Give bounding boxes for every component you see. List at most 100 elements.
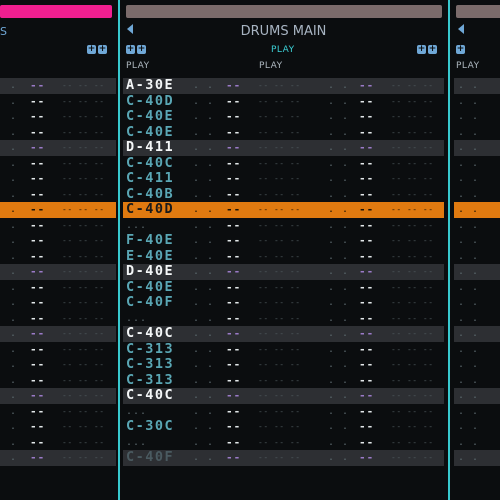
volume-cell[interactable]: -- xyxy=(226,156,241,172)
note-cell[interactable]: C-313 xyxy=(126,341,174,358)
effect-cell[interactable]: -- -- -- xyxy=(391,249,434,265)
volume-cell[interactable]: -- xyxy=(30,233,45,249)
volume-cell[interactable]: -- xyxy=(226,295,241,311)
effect-cell[interactable]: -- -- -- xyxy=(62,326,105,342)
instrument-cell[interactable]: . . xyxy=(193,435,214,451)
pattern-row[interactable]: . . xyxy=(454,404,500,420)
track-color-bar[interactable] xyxy=(456,5,500,18)
pattern-row[interactable]: . . xyxy=(454,295,500,311)
pattern-row[interactable]: . . xyxy=(454,156,500,172)
effect-cell[interactable]: -- -- -- xyxy=(62,419,105,435)
empty-note-cell[interactable]: . . xyxy=(0,357,17,373)
effect-cell[interactable]: -- -- -- xyxy=(62,450,105,466)
pattern-row[interactable]: . . -- -- -- -- xyxy=(0,357,116,373)
volume-cell[interactable]: -- xyxy=(226,373,241,389)
effect-cell[interactable]: -- -- -- xyxy=(62,357,105,373)
pattern-row[interactable]: . . -- -- -- -- xyxy=(0,311,116,327)
instrument-cell[interactable]: . . xyxy=(328,125,349,141)
effect-cell[interactable]: -- -- -- xyxy=(258,264,301,280)
volume-cell[interactable]: -- xyxy=(359,187,374,203)
instrument-cell[interactable]: . . xyxy=(193,280,214,296)
volume-cell[interactable]: -- xyxy=(30,187,45,203)
effect-cell[interactable]: -- -- -- xyxy=(258,233,301,249)
effect-cell[interactable]: -- -- -- xyxy=(391,388,434,404)
instrument-cell[interactable]: . . xyxy=(193,156,214,172)
empty-note-cell[interactable]: . . xyxy=(458,187,479,203)
pattern-row[interactable]: . . xyxy=(454,78,500,94)
volume-cell[interactable]: -- xyxy=(30,419,45,435)
effect-cell[interactable]: -- -- -- xyxy=(391,202,434,218)
note-cell[interactable]: D-40E xyxy=(126,263,174,280)
volume-cell[interactable]: -- xyxy=(226,450,241,466)
empty-note-cell[interactable]: . . xyxy=(458,357,479,373)
pattern-row[interactable]: D-411 . . -- -- -- -- . . -- -- -- -- xyxy=(123,139,444,156)
pattern-row[interactable]: . . xyxy=(454,109,500,125)
instrument-cell[interactable]: . . xyxy=(193,171,214,187)
effect-cell[interactable]: -- -- -- xyxy=(62,156,105,172)
empty-note-cell[interactable]: . . xyxy=(0,125,17,141)
volume-cell[interactable]: -- xyxy=(359,171,374,187)
volume-cell[interactable]: -- xyxy=(359,373,374,389)
pattern-row[interactable]: . . -- -- -- -- xyxy=(0,373,116,389)
empty-note-cell[interactable]: . . xyxy=(0,249,17,265)
effect-cell[interactable]: -- -- -- xyxy=(391,156,434,172)
effect-cell[interactable]: -- -- -- xyxy=(62,388,105,404)
pattern-row[interactable]: . . xyxy=(454,171,500,187)
effect-cell[interactable]: -- -- -- xyxy=(391,280,434,296)
volume-cell[interactable]: -- xyxy=(359,357,374,373)
empty-note-cell[interactable]: . . xyxy=(458,249,479,265)
note-cell[interactable]: C-313 xyxy=(126,372,174,389)
volume-cell[interactable]: -- xyxy=(359,156,374,172)
instrument-cell[interactable]: . . xyxy=(328,187,349,203)
effect-cell[interactable]: -- -- -- xyxy=(258,450,301,466)
pattern-row[interactable]: . . xyxy=(454,187,500,203)
pattern-row[interactable]: A-30E . . -- -- -- -- . . -- -- -- -- xyxy=(123,77,444,94)
pattern-row[interactable]: C-40D . . -- -- -- -- . . -- -- -- -- xyxy=(123,93,444,110)
effect-cell[interactable]: -- -- -- xyxy=(62,295,105,311)
note-cell[interactable]: F-40E xyxy=(126,232,174,249)
pattern-row[interactable]: . . xyxy=(454,94,500,110)
collapse-column-button[interactable]: + xyxy=(87,45,96,54)
empty-note-cell[interactable]: . . xyxy=(0,202,17,218)
volume-cell[interactable]: -- xyxy=(30,404,45,420)
effect-cell[interactable]: -- -- -- xyxy=(258,171,301,187)
effect-cell[interactable]: -- -- -- xyxy=(391,419,434,435)
pattern-row[interactable]: E-40E . . -- -- -- -- . . -- -- -- -- xyxy=(123,248,444,265)
empty-note-cell[interactable]: . . xyxy=(0,218,17,234)
pattern-row[interactable]: . . -- -- -- -- xyxy=(0,156,116,172)
effect-cell[interactable]: -- -- -- xyxy=(258,187,301,203)
instrument-cell[interactable]: . . xyxy=(193,342,214,358)
column-label-play[interactable]: PLAY xyxy=(126,61,150,71)
pattern-row[interactable]: C-313 . . -- -- -- -- . . -- -- -- -- xyxy=(123,341,444,358)
instrument-cell[interactable]: . . xyxy=(328,295,349,311)
column-label-play[interactable]: PLAY xyxy=(259,61,283,71)
volume-cell[interactable]: -- xyxy=(226,171,241,187)
note-cell[interactable]: C-40C xyxy=(126,387,174,404)
volume-cell[interactable]: -- xyxy=(226,342,241,358)
volume-cell[interactable]: -- xyxy=(359,450,374,466)
empty-note-cell[interactable]: . . xyxy=(0,295,17,311)
expand-column-button[interactable]: + xyxy=(137,45,146,54)
effect-cell[interactable]: -- -- -- xyxy=(62,311,105,327)
instrument-cell[interactable]: . . xyxy=(328,388,349,404)
volume-cell[interactable]: -- xyxy=(226,419,241,435)
instrument-cell[interactable]: . . xyxy=(328,218,349,234)
volume-cell[interactable]: -- xyxy=(226,326,241,342)
volume-cell[interactable]: -- xyxy=(359,218,374,234)
volume-cell[interactable]: -- xyxy=(226,140,241,156)
pattern-row[interactable]: F-40E . . -- -- -- -- . . -- -- -- -- xyxy=(123,232,444,249)
empty-note-cell[interactable]: . . xyxy=(458,109,479,125)
volume-cell[interactable]: -- xyxy=(30,109,45,125)
volume-cell[interactable]: -- xyxy=(359,125,374,141)
pattern-row[interactable]: C-40C . . -- -- -- -- . . -- -- -- -- xyxy=(123,387,444,404)
instrument-cell[interactable]: . . xyxy=(193,233,214,249)
volume-cell[interactable]: -- xyxy=(226,435,241,451)
volume-cell[interactable]: -- xyxy=(359,249,374,265)
pattern-row[interactable]: . . -- -- -- -- xyxy=(0,171,116,187)
volume-cell[interactable]: -- xyxy=(359,435,374,451)
effect-cell[interactable]: -- -- -- xyxy=(258,218,301,234)
empty-note-cell[interactable]: . . xyxy=(458,264,479,280)
effect-cell[interactable]: -- -- -- xyxy=(391,78,434,94)
pattern-row[interactable]: . . -- -- -- -- xyxy=(0,450,116,466)
pattern-rows-main[interactable]: A-30E. . -- -- -- --. . -- -- -- -- C-40D. .-… xyxy=(123,77,444,466)
